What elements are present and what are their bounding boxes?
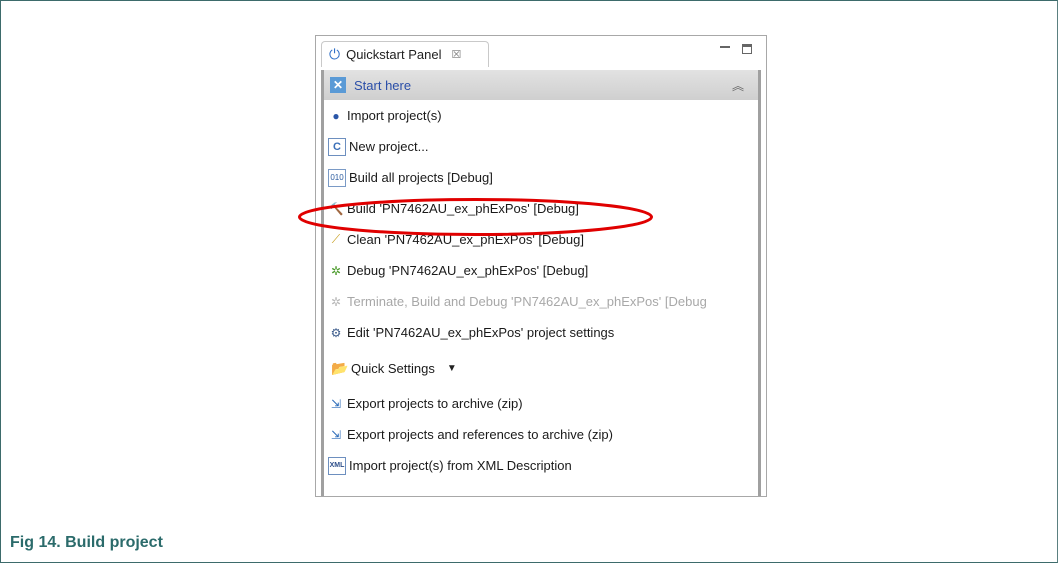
build-all-icon: 010 bbox=[328, 168, 346, 187]
section-title: Start here bbox=[354, 77, 412, 93]
folder-settings-icon: 📂 bbox=[331, 359, 349, 376]
menu-item-label: Import project(s) from XML Description bbox=[349, 458, 572, 473]
quick-settings-dropdown[interactable]: 📂 Quick Settings ▼ bbox=[324, 348, 758, 388]
menu-item-label: Import project(s) bbox=[347, 108, 442, 123]
menu-item-label: Debug 'PN7462AU_ex_phExPos' [Debug] bbox=[347, 263, 589, 278]
menu-item-label: Terminate, Build and Debug 'PN7462AU_ex_… bbox=[347, 294, 707, 309]
power-icon: ⏻ bbox=[329, 46, 341, 62]
menu-item-label: Build all projects [Debug] bbox=[349, 170, 493, 185]
menu-item-label: Export projects and references to archiv… bbox=[347, 427, 613, 442]
collapse-chevron-icon[interactable]: ︽ bbox=[732, 77, 744, 94]
bug-icon: ✲ bbox=[330, 263, 342, 278]
menu-item-import-xml[interactable]: XML Import project(s) from XML Descripti… bbox=[324, 450, 758, 481]
figure-caption: Fig 14. Build project bbox=[10, 534, 163, 551]
settings-icon: ⚙ bbox=[330, 325, 342, 340]
menu-item-build-all[interactable]: 010 Build all projects [Debug] bbox=[324, 162, 758, 193]
dropdown-arrow-icon: ▼ bbox=[446, 362, 457, 374]
window-buttons bbox=[720, 44, 752, 54]
tab-quickstart-panel[interactable]: ⏻ Quickstart Panel ☒ bbox=[321, 41, 489, 67]
panel-tab-header: ⏻ Quickstart Panel ☒ bbox=[316, 36, 766, 70]
menu-item-label: Edit 'PN7462AU_ex_phExPos' project setti… bbox=[347, 325, 615, 340]
maximize-icon[interactable] bbox=[742, 44, 752, 54]
highlight-ellipse bbox=[298, 198, 653, 236]
quickstart-panel: ⏻ Quickstart Panel ☒ ✕ Start here ︽ ● Im… bbox=[315, 35, 767, 497]
menu-item-import-project[interactable]: ● Import project(s) bbox=[324, 100, 758, 131]
start-here-icon: ✕ bbox=[330, 77, 346, 93]
menu-item-debug-project[interactable]: ✲ Debug 'PN7462AU_ex_phExPos' [Debug] bbox=[324, 255, 758, 286]
menu-item-edit-settings[interactable]: ⚙ Edit 'PN7462AU_ex_phExPos' project set… bbox=[324, 317, 758, 348]
export-icon: ⇲ bbox=[330, 396, 342, 411]
import-icon: ● bbox=[332, 108, 340, 123]
menu-item-export-references[interactable]: ⇲ Export projects and references to arch… bbox=[324, 419, 758, 450]
minimize-icon[interactable] bbox=[720, 46, 730, 50]
menu-item-label: Export projects to archive (zip) bbox=[347, 396, 523, 411]
export-icon: ⇲ bbox=[330, 427, 342, 442]
quick-settings-label: Quick Settings bbox=[351, 360, 435, 376]
bug-disabled-icon: ✲ bbox=[330, 294, 342, 309]
xml-icon: XML bbox=[328, 456, 346, 475]
menu-item-export-archive[interactable]: ⇲ Export projects to archive (zip) bbox=[324, 388, 758, 419]
menu-item-terminate-build-debug[interactable]: ✲ Terminate, Build and Debug 'PN7462AU_e… bbox=[324, 286, 758, 317]
new-project-icon: C bbox=[328, 137, 346, 156]
close-icon[interactable]: ☒ bbox=[451, 48, 461, 61]
section-start-here[interactable]: ✕ Start here ︽ bbox=[324, 70, 758, 100]
tab-title: Quickstart Panel bbox=[346, 47, 442, 62]
menu-item-label: New project... bbox=[349, 139, 429, 154]
panel-body: ✕ Start here ︽ ● Import project(s) C New… bbox=[321, 70, 761, 496]
menu-item-new-project[interactable]: C New project... bbox=[324, 131, 758, 162]
